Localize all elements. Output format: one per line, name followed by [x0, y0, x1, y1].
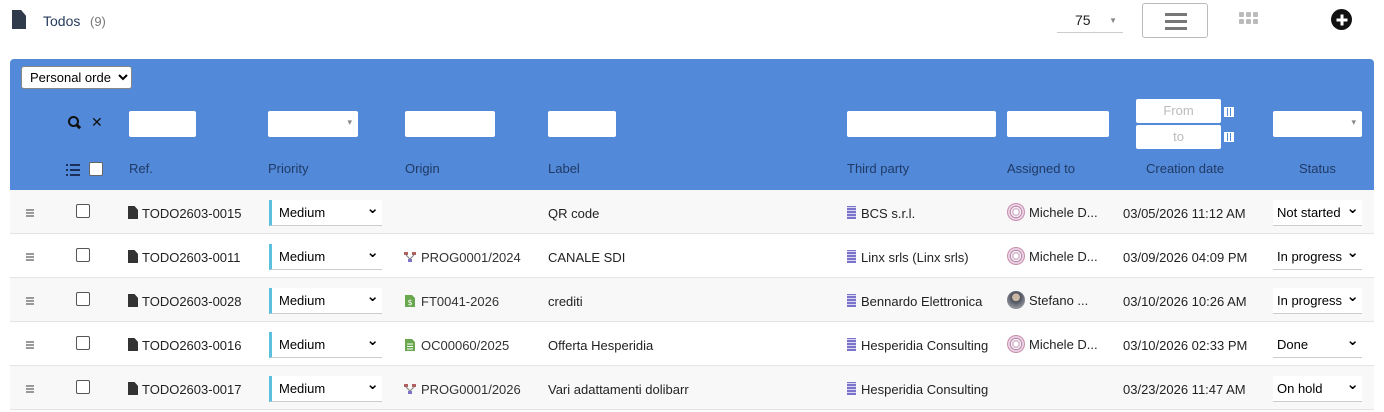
search-icon[interactable]: [68, 116, 81, 129]
avatar: [1007, 247, 1025, 265]
priority-select[interactable]: Medium: [269, 372, 382, 402]
status-select[interactable]: Done: [1273, 328, 1362, 358]
top-bar: Todos (9) 75 ▼: [0, 0, 1384, 42]
assigned-user[interactable]: Stefano ...: [1007, 291, 1107, 310]
document-icon: [12, 10, 26, 29]
origin-link[interactable]: PROG0001/2024: [404, 250, 521, 265]
clear-filter-icon[interactable]: ✕: [91, 114, 103, 131]
per-page-value: 75: [1075, 12, 1091, 28]
priority-select[interactable]: Medium: [269, 240, 382, 270]
calendar-icon[interactable]: [1224, 107, 1234, 117]
invoice-icon: $: [405, 295, 415, 307]
select-all-checkbox[interactable]: [89, 162, 103, 176]
column-header-assigned-to[interactable]: Assigned to: [1007, 161, 1075, 176]
origin-link[interactable]: PROG0001/2026: [404, 382, 521, 397]
column-header-ref[interactable]: Ref.: [129, 161, 153, 176]
drag-handle-icon[interactable]: [26, 297, 34, 305]
filter-panel: Personal order ✕ From to Ref. Priority O…: [10, 59, 1374, 190]
list-icon[interactable]: [66, 164, 80, 176]
project-icon: [404, 384, 416, 394]
creation-date: 03/10/2026 10:26 AM: [1123, 294, 1247, 309]
priority-select[interactable]: Medium: [269, 196, 382, 226]
column-header-creation-date[interactable]: Creation date: [1146, 161, 1224, 176]
avatar: [1007, 335, 1025, 353]
status-select[interactable]: In progress: [1273, 284, 1362, 314]
table-row[interactable]: TODO2603-0028 Medium $FT0041-2026 crediti Be…: [10, 278, 1374, 322]
origin-link[interactable]: $ FT0041-2026: [404, 294, 499, 309]
third-party-link[interactable]: BCS s.r.l.: [847, 206, 990, 221]
third-party-link[interactable]: Hesperidia Consulting: [847, 382, 990, 397]
date-to-input[interactable]: to: [1136, 125, 1221, 149]
order-icon: [405, 339, 415, 351]
priority-select[interactable]: Medium: [269, 284, 382, 314]
todo-label: CANALE SDI: [548, 250, 626, 265]
ref-filter-input[interactable]: [129, 111, 196, 137]
row-checkbox[interactable]: [76, 336, 90, 350]
caret-down-icon: ▼: [1109, 16, 1117, 25]
column-header-status[interactable]: Status: [1299, 161, 1336, 176]
column-header-priority[interactable]: Priority: [268, 161, 308, 176]
record-count: (9): [90, 14, 106, 29]
status-filter-select[interactable]: [1273, 111, 1362, 137]
ref-link[interactable]: TODO2603-0011: [128, 250, 241, 265]
drag-handle-icon[interactable]: [26, 209, 34, 217]
creation-date: 03/05/2026 11:12 AM: [1123, 206, 1246, 221]
drag-handle-icon[interactable]: [26, 385, 34, 393]
assigned-user[interactable]: Michele D...: [1007, 203, 1107, 222]
column-header-label[interactable]: Label: [548, 161, 580, 176]
creation-date: 03/10/2026 02:33 PM: [1123, 338, 1248, 353]
row-checkbox[interactable]: [76, 292, 90, 306]
status-select[interactable]: Not started: [1273, 196, 1362, 226]
kanban-view-button[interactable]: [1239, 12, 1259, 28]
row-checkbox[interactable]: [76, 380, 90, 394]
per-page-select[interactable]: 75 ▼: [1057, 8, 1123, 33]
column-header-origin[interactable]: Origin: [405, 161, 440, 176]
ref-link[interactable]: TODO2603-0016: [128, 338, 242, 353]
assigned-user[interactable]: Michele D...: [1007, 247, 1107, 266]
table-row[interactable]: TODO2603-0011 Medium PROG0001/2024 CANALE S…: [10, 234, 1374, 278]
row-checkbox[interactable]: [76, 204, 90, 218]
todo-label: QR code: [548, 206, 600, 221]
priority-filter-select[interactable]: [268, 111, 358, 137]
avatar: [1007, 291, 1025, 309]
status-select[interactable]: On hold: [1273, 372, 1362, 402]
third-party-link[interactable]: Linx srls (Linx srls): [847, 250, 990, 265]
origin-filter-input[interactable]: [405, 111, 495, 137]
assigned-filter-input[interactable]: [1007, 111, 1109, 137]
calendar-icon[interactable]: [1224, 132, 1234, 142]
assigned-user[interactable]: Michele D...: [1007, 335, 1107, 354]
ref-link[interactable]: TODO2603-0017: [128, 382, 242, 397]
third-party-filter-input[interactable]: [847, 111, 996, 137]
avatar: [1007, 203, 1025, 221]
creation-date: 03/09/2026 04:09 PM: [1123, 250, 1248, 265]
todo-label: Offerta Hesperidia: [548, 338, 654, 353]
todo-label: Vari adattamenti dolibarr: [548, 382, 689, 397]
sort-order-select[interactable]: Personal order: [21, 66, 132, 89]
table-row[interactable]: TODO2603-0015 Medium QR code BCS s.r.l. Mich…: [10, 190, 1374, 234]
row-checkbox[interactable]: [76, 248, 90, 262]
drag-handle-icon[interactable]: [26, 341, 34, 349]
third-party-link[interactable]: Bennardo Elettronica: [847, 294, 990, 309]
ref-link[interactable]: TODO2603-0028: [128, 294, 242, 309]
table-row[interactable]: TODO2603-0016 Medium OC00060/2025 Offerta H…: [10, 322, 1374, 366]
list-view-button[interactable]: [1142, 3, 1208, 38]
project-icon: [404, 252, 416, 262]
date-from-input[interactable]: From: [1136, 99, 1221, 123]
label-filter-input[interactable]: [548, 111, 616, 137]
drag-handle-icon[interactable]: [26, 253, 34, 261]
third-party-link[interactable]: Hesperidia Consulting: [847, 338, 990, 353]
todo-label: crediti: [548, 294, 583, 309]
priority-select[interactable]: Medium: [269, 328, 382, 358]
table-row[interactable]: TODO2603-0017 Medium PROG0001/2026 Vari ada…: [10, 366, 1374, 410]
ref-link[interactable]: TODO2603-0015: [128, 206, 242, 221]
creation-date: 03/23/2026 11:47 AM: [1123, 382, 1246, 397]
status-select[interactable]: In progress: [1273, 240, 1362, 270]
list-view-icon: [1165, 13, 1187, 16]
page-title: Todos: [43, 13, 81, 29]
origin-link[interactable]: OC00060/2025: [404, 338, 509, 353]
add-todo-button[interactable]: [1331, 9, 1352, 30]
svg-text:$: $: [407, 298, 412, 307]
column-header-third-party[interactable]: Third party: [847, 161, 909, 176]
